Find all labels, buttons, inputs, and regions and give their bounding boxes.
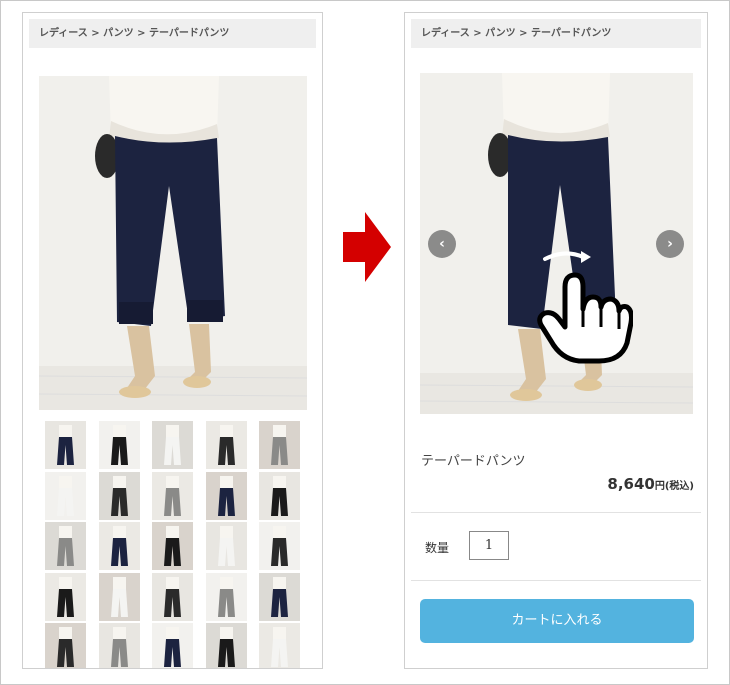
product-thumbnail[interactable] xyxy=(45,421,86,469)
product-name: テーパードパンツ xyxy=(421,454,526,469)
product-thumbnail[interactable] xyxy=(259,471,300,520)
product-thumbnail[interactable] xyxy=(152,522,193,570)
divider xyxy=(411,512,701,513)
product-thumbnail[interactable] xyxy=(45,623,86,668)
arrow-right-icon xyxy=(343,212,391,282)
right-product-page: レディース > パンツ > テーパードパンツ ‹ › テーパードパンツ 8,64… xyxy=(404,12,708,669)
left-product-page: レディース > パンツ > テーパードパンツ xyxy=(22,12,323,669)
chevron-left-icon[interactable]: ‹ xyxy=(428,230,456,258)
product-main-image xyxy=(39,76,307,410)
breadcrumb[interactable]: レディース > パンツ > テーパードパンツ xyxy=(29,19,316,48)
product-thumbnail[interactable] xyxy=(259,522,300,570)
product-thumbnail[interactable] xyxy=(152,471,193,520)
add-to-cart-button[interactable]: カートに入れる xyxy=(420,599,694,643)
product-thumbnail[interactable] xyxy=(205,471,247,520)
divider xyxy=(411,580,701,581)
product-thumbnail[interactable] xyxy=(98,471,140,520)
swipe-hand-icon xyxy=(535,247,634,365)
product-thumbnail[interactable] xyxy=(205,572,247,621)
product-thumbnail[interactable] xyxy=(45,522,86,570)
quantity-label: 数量 xyxy=(425,541,450,555)
breadcrumb[interactable]: レディース > パンツ > テーパードパンツ xyxy=(411,19,701,48)
product-thumbnail[interactable] xyxy=(152,421,193,469)
chevron-right-icon[interactable]: › xyxy=(656,230,684,258)
product-thumbnail[interactable] xyxy=(98,522,140,570)
product-thumbnail[interactable] xyxy=(259,623,300,668)
product-thumbnail[interactable] xyxy=(152,572,193,621)
price-suffix: 円(税込) xyxy=(654,481,694,492)
product-price: 8,640円(税込) xyxy=(607,475,694,493)
quantity-input[interactable]: 1 xyxy=(469,531,509,560)
thumbnail-grid xyxy=(45,421,303,668)
product-thumbnail[interactable] xyxy=(45,572,86,621)
product-thumbnail[interactable] xyxy=(205,522,247,570)
product-thumbnail[interactable] xyxy=(45,471,86,520)
product-thumbnail[interactable] xyxy=(259,421,300,469)
product-thumbnail[interactable] xyxy=(152,623,193,668)
product-thumbnail[interactable] xyxy=(259,572,300,621)
product-thumbnail[interactable] xyxy=(98,623,140,668)
product-thumbnail[interactable] xyxy=(98,572,140,621)
product-thumbnail[interactable] xyxy=(205,623,247,668)
product-thumbnail[interactable] xyxy=(98,421,140,469)
price-value: 8,640 xyxy=(607,475,655,493)
product-thumbnail[interactable] xyxy=(205,421,247,469)
